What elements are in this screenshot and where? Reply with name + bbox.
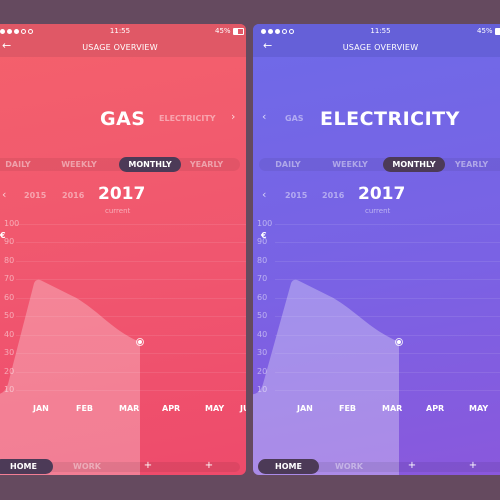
x-tick-label: MAY bbox=[205, 404, 225, 413]
area-chart bbox=[253, 279, 403, 475]
add-location-button[interactable]: + bbox=[203, 458, 215, 473]
x-tick-label: APR bbox=[162, 404, 181, 413]
x-tick-label: JAN bbox=[33, 404, 49, 413]
x-tick-label: FEB bbox=[76, 404, 94, 413]
x-tick-label: JAN bbox=[297, 404, 313, 413]
current-point[interactable] bbox=[138, 340, 142, 345]
location-home[interactable]: HOME bbox=[258, 459, 319, 474]
x-tick-label: MAR bbox=[382, 404, 403, 413]
gas-screen: 11:55 45% ← USAGE OVERVIEW GAS ELECTRICI… bbox=[0, 24, 246, 475]
electricity-screen: 11:55 45% ← USAGE OVERVIEW ‹ GAS ELECTRI… bbox=[253, 24, 500, 475]
usage-area bbox=[0, 279, 140, 475]
location-work[interactable]: WORK bbox=[62, 459, 112, 474]
x-tick-label: APR bbox=[426, 404, 445, 413]
add-location-button[interactable]: + bbox=[142, 458, 154, 473]
x-tick-label: MAR bbox=[119, 404, 140, 413]
location-work[interactable]: WORK bbox=[323, 459, 375, 474]
current-point[interactable] bbox=[397, 340, 401, 345]
usage-area bbox=[253, 279, 399, 475]
x-tick-label: FEB bbox=[339, 404, 357, 413]
add-location-button[interactable]: + bbox=[406, 458, 418, 473]
location-home[interactable]: HOME bbox=[0, 459, 53, 474]
x-tick-label: MAY bbox=[469, 404, 489, 413]
add-location-button[interactable]: + bbox=[467, 458, 479, 473]
x-tick-label: JU bbox=[240, 404, 246, 413]
